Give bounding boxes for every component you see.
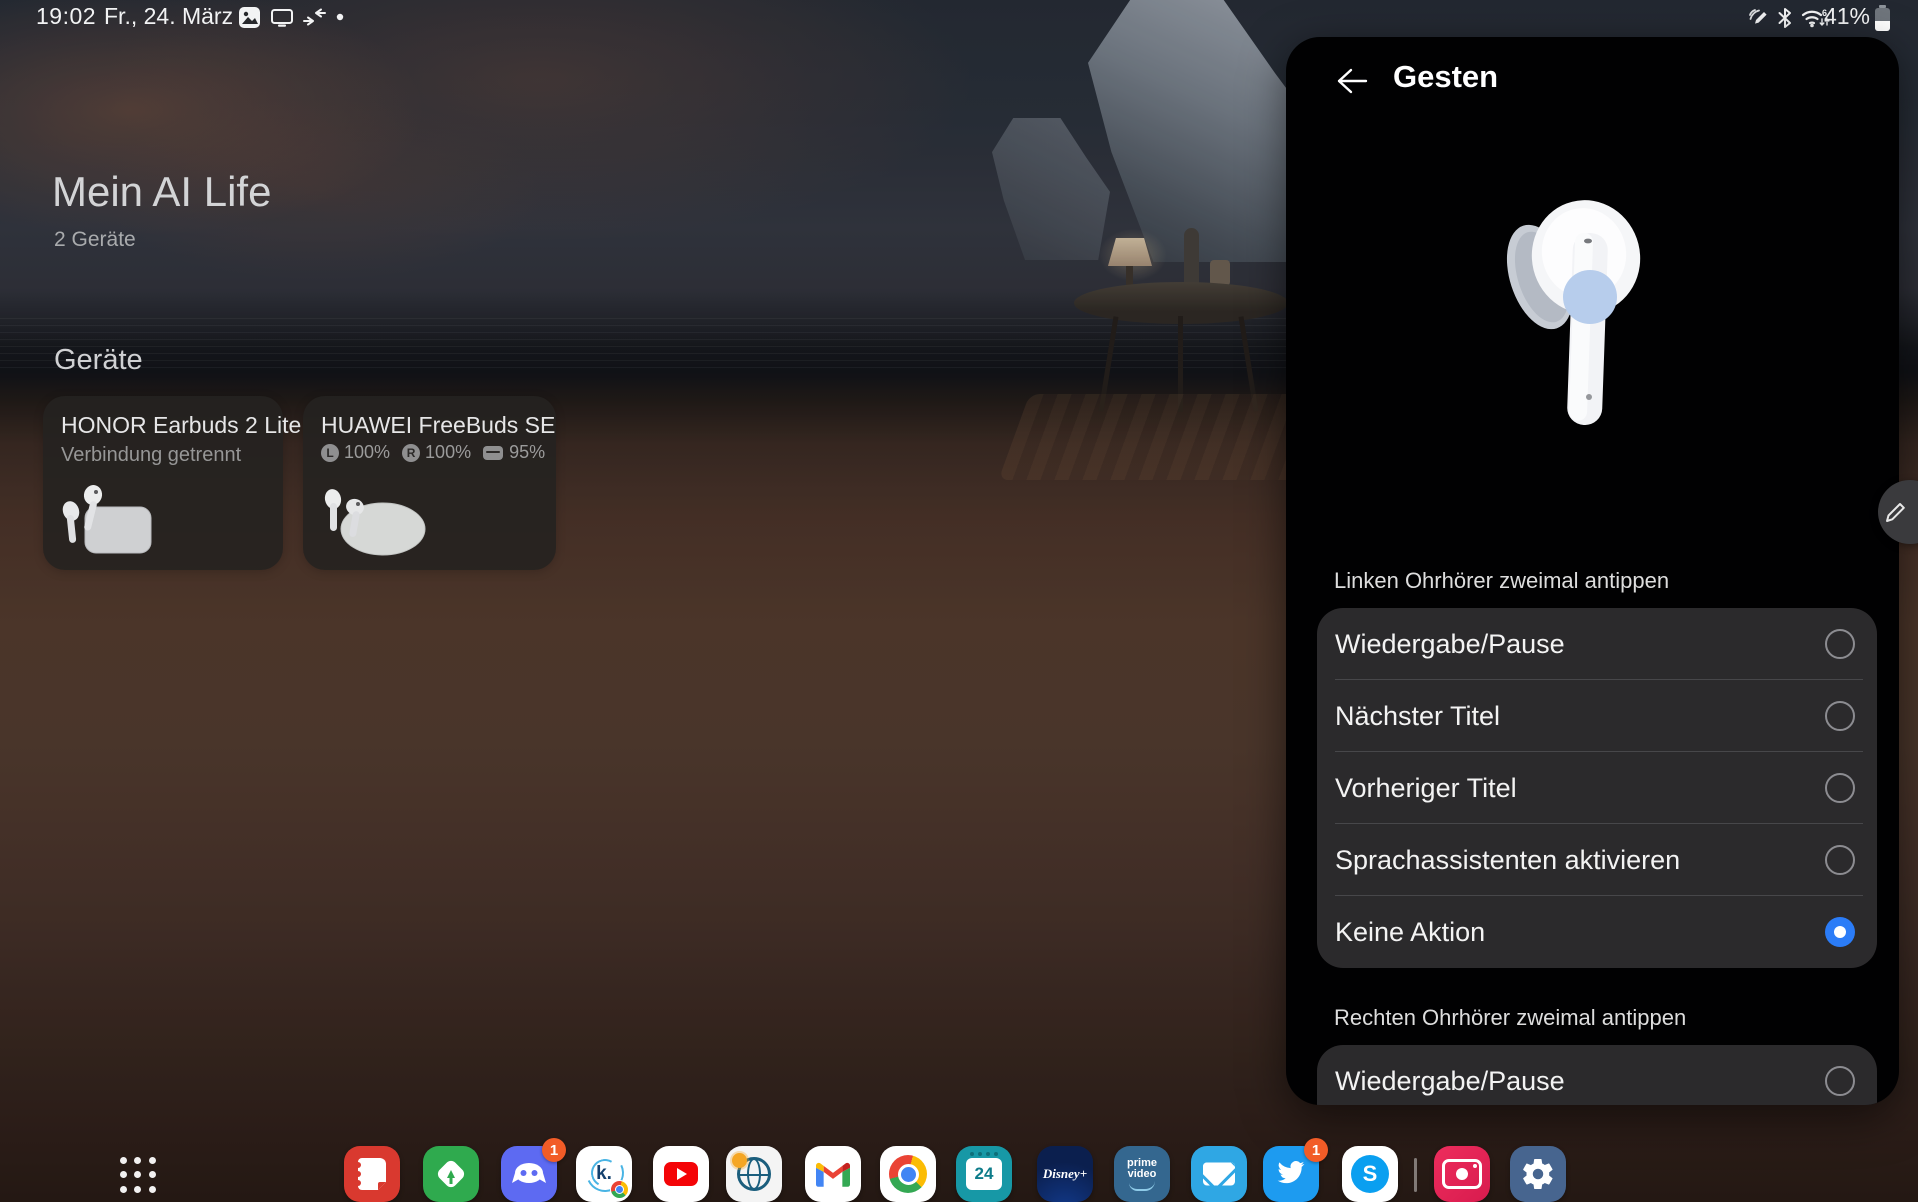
earbuds-with-case-image [51, 477, 171, 566]
dock-icon-skype[interactable]: S [1342, 1146, 1398, 1202]
app-drawer-button[interactable] [120, 1157, 156, 1193]
option-naechster-titel[interactable]: Nächster Titel [1317, 680, 1877, 752]
device-card-honor-earbuds[interactable]: HONOR Earbuds 2 Lite Verbindung getrennt [43, 396, 283, 570]
smart-view-icon [270, 6, 294, 29]
radio-button-selected[interactable] [1825, 917, 1855, 947]
earbuds-with-case-image [311, 477, 441, 566]
device-name: HONOR Earbuds 2 Lite [61, 412, 301, 439]
bluetooth-icon [1776, 6, 1794, 30]
panel-header: Gesten [1286, 37, 1899, 127]
dock-icon-disney-plus[interactable]: Disney+ [1037, 1146, 1093, 1202]
radio-button[interactable] [1825, 1066, 1855, 1096]
option-keine-aktion[interactable]: Keine Aktion [1317, 896, 1877, 968]
status-time: 19:02 [36, 3, 96, 30]
screenshot-icon [238, 6, 261, 29]
youtube-play-icon [664, 1162, 698, 1186]
right-earbud-battery: 100% [425, 442, 471, 463]
option-label: Vorheriger Titel [1335, 773, 1517, 804]
battery-status-row: L 100% R 100% 95% [321, 442, 545, 463]
section-label-left-earbud: Linken Ohrhörer zweimal antippen [1334, 568, 1669, 594]
dock-icon-twitter[interactable]: 1 [1263, 1146, 1319, 1202]
dock-icon-notes-app[interactable] [344, 1146, 400, 1202]
notification-dot [336, 13, 344, 21]
chrome-mini-badge [610, 1180, 629, 1199]
k-app-label: k. [596, 1163, 612, 1185]
dock-icon-gmail[interactable] [805, 1146, 861, 1202]
notification-badge: 1 [542, 1138, 566, 1162]
option-wiedergabe-pause[interactable]: Wiedergabe/Pause [1317, 608, 1877, 680]
dock-icon-camera[interactable] [1434, 1146, 1490, 1202]
dock-icon-weather[interactable] [726, 1146, 782, 1202]
section-label-right-earbud: Rechten Ohrhörer zweimal antippen [1334, 1005, 1686, 1031]
stylus-icon [1746, 6, 1771, 30]
disney-plus-logo: Disney+ [1043, 1166, 1087, 1182]
dock-icon-prime-video[interactable]: prime video [1114, 1146, 1170, 1202]
option-label: Nächster Titel [1335, 701, 1500, 732]
camera-icon [1442, 1159, 1482, 1189]
video-label: video [1128, 1169, 1157, 1180]
option-vorheriger-titel[interactable]: Vorheriger Titel [1317, 752, 1877, 824]
dock-icon-feedly[interactable] [423, 1146, 479, 1202]
dock-icon-k-news-app[interactable]: k. [576, 1146, 632, 1202]
option-wiedergabe-pause-right[interactable]: Wiedergabe/Pause [1317, 1045, 1877, 1105]
radio-button[interactable] [1825, 701, 1855, 731]
prime-smile-arrow [1129, 1181, 1155, 1191]
option-label: Wiedergabe/Pause [1335, 629, 1565, 660]
chrome-logo [889, 1155, 927, 1193]
status-bar: 19:02 Fr., 24. März 6 41% [0, 0, 1918, 35]
option-sprachassistenten[interactable]: Sprachassistenten aktivieren [1317, 824, 1877, 896]
gear-icon [1520, 1156, 1556, 1192]
calendar-day: 24 [966, 1158, 1002, 1190]
option-label: Wiedergabe/Pause [1335, 1066, 1565, 1097]
dock-icon-youtube[interactable] [653, 1146, 709, 1202]
left-earbud-battery: 100% [344, 442, 390, 463]
devices-section-title: Geräte [54, 344, 143, 377]
status-date: Fr., 24. März [104, 3, 233, 30]
left-earbud-options-card: Wiedergabe/Pause Nächster Titel Vorherig… [1317, 608, 1877, 968]
device-card-freebuds-se[interactable]: HUAWEI FreeBuds SE L 100% R 100% 95% [303, 396, 556, 570]
dock-icon-discord[interactable]: 1 [501, 1146, 557, 1202]
option-label: Keine Aktion [1335, 917, 1485, 948]
data-transfer-icon [302, 6, 328, 29]
sun-icon [732, 1153, 747, 1168]
skype-letter: S [1363, 1161, 1378, 1187]
battery-icon [1874, 4, 1891, 32]
notification-badge: 1 [1304, 1138, 1328, 1162]
radio-button[interactable] [1825, 773, 1855, 803]
dock-icon-email[interactable] [1191, 1146, 1247, 1202]
twitter-bird-icon [1275, 1160, 1307, 1188]
device-status: Verbindung getrennt [61, 444, 241, 467]
radio-button[interactable] [1825, 629, 1855, 659]
battery-percent: 41% [1824, 3, 1870, 30]
option-label: Sprachassistenten aktivieren [1335, 845, 1680, 876]
gestures-panel: Gesten Linken Ohrhörer zweimal antippen … [1286, 37, 1899, 1105]
prime-label: prime [1127, 1158, 1157, 1169]
back-arrow-icon [1335, 67, 1369, 95]
dock-icon-settings[interactable] [1510, 1146, 1566, 1202]
case-battery: 95% [509, 442, 545, 463]
right-earbud-battery-icon: R [402, 444, 420, 462]
device-count: 2 Geräte [54, 228, 136, 252]
dock-icon-calendar[interactable]: 24 [956, 1146, 1012, 1202]
earbud-illustration [1498, 185, 1688, 445]
left-earbud-battery-icon: L [321, 444, 339, 462]
dock-separator [1414, 1158, 1417, 1192]
panel-title: Gesten [1393, 59, 1498, 95]
device-name: HUAWEI FreeBuds SE [321, 412, 555, 439]
right-earbud-options-card: Wiedergabe/Pause [1317, 1045, 1877, 1105]
dock-icon-chrome[interactable] [880, 1146, 936, 1202]
pencil-icon [1883, 499, 1909, 525]
envelope-icon [1203, 1163, 1235, 1186]
radio-button[interactable] [1825, 845, 1855, 875]
back-button[interactable] [1328, 57, 1376, 105]
case-battery-icon [483, 446, 503, 460]
page-title: Mein AI Life [52, 168, 271, 216]
